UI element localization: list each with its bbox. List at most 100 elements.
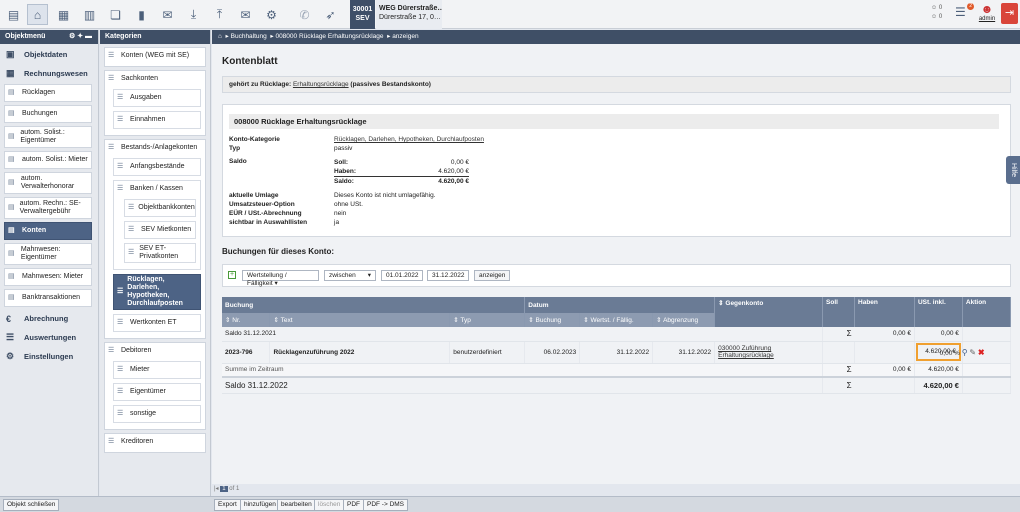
home-icon[interactable]: ⌂ xyxy=(218,33,222,40)
date-type-select[interactable]: Wertstellung / Fälligkeit ▾ xyxy=(242,270,319,287)
col-header-nr[interactable]: ⇕ Nr. xyxy=(222,313,271,327)
col-header-buchungsdatum[interactable]: ⇕ Buchung xyxy=(524,313,581,327)
object-address: Dürerstraße 17, 0… xyxy=(379,14,441,21)
date-to-input[interactable]: 31.12.2022 xyxy=(427,270,469,281)
cat-eigentuemer[interactable]: ☰ Eigentümer xyxy=(113,383,201,401)
menu-item-label: Rücklagen xyxy=(22,89,56,96)
breadcrumb-item[interactable]: Buchhaltung xyxy=(231,33,267,40)
export-button[interactable]: Export xyxy=(214,499,241,511)
menu-item-konten[interactable]: ▤ Konten xyxy=(4,222,92,240)
menu-item-mahnwesen-mieter[interactable]: ▤ Mahnwesen: Mieter xyxy=(4,268,92,286)
cat-einnahmen[interactable]: ☰ Einnahmen xyxy=(113,111,201,129)
menu-item-verwalterhonorar[interactable]: ▤ autom. Verwalterhonorar xyxy=(4,172,92,194)
menu-tools-icons[interactable]: ⚙ ✦ ▬ xyxy=(69,30,92,44)
grid-icon[interactable]: ▥ xyxy=(79,4,100,25)
object-name-box[interactable]: WEG Dürerstraße… Dürerstraße 17, 0… xyxy=(376,0,442,29)
show-button[interactable]: anzeigen xyxy=(474,270,511,281)
upload-icon[interactable]: ⤒ xyxy=(209,4,230,25)
message-icon[interactable]: ✉ xyxy=(235,4,256,25)
delete-button[interactable]: löschen xyxy=(314,499,345,511)
cat-sachkonten[interactable]: ☰ Sachkonten xyxy=(105,71,205,87)
contacts-icon[interactable]: ▤ xyxy=(3,4,24,25)
cat-debitoren[interactable]: ☰ Debitoren xyxy=(105,343,205,359)
user-menu[interactable]: ☻ admin xyxy=(978,3,996,23)
download-icon[interactable]: ⤓ xyxy=(183,4,204,25)
range-type-select[interactable]: zwischen ▾ xyxy=(324,270,376,281)
section-objektdaten[interactable]: ▣ Objektdaten xyxy=(0,46,98,63)
col-header-datum[interactable]: Datum xyxy=(524,297,716,313)
date-from-input[interactable]: 01.01.2022 xyxy=(381,270,423,281)
rocket-icon[interactable]: ➶ xyxy=(320,4,341,25)
mail-icon[interactable]: ✉ xyxy=(157,4,178,25)
col-header-abgrenzung[interactable]: ⇕ Abgrenzung xyxy=(652,313,716,327)
menu-item-solist-eigentuemer[interactable]: ▤ autom. Solist.: Eigentümer xyxy=(4,126,92,148)
add-button[interactable]: hinzufügen xyxy=(240,499,280,511)
delete-icon[interactable]: ✖ xyxy=(978,348,985,357)
notifications-icon[interactable]: ☰ 2 xyxy=(955,3,974,23)
cat-ruecklagen-selected[interactable]: ☰ Rücklagen, Darlehen, Hypotheken, Durchl… xyxy=(113,274,201,310)
cat-anfangsbestaende[interactable]: ☰ Anfangsbestände xyxy=(113,158,201,176)
footer-bar: Objekt schließen Export hinzufügen bearb… xyxy=(0,496,1020,512)
cat-banken[interactable]: ☰ Banken / Kassen xyxy=(114,181,200,197)
breadcrumb-item[interactable]: 008000 Rücklage Erhaltungsrücklage xyxy=(275,33,383,40)
cat-kreditoren[interactable]: ☰ Kreditoren xyxy=(104,433,206,453)
saldo-sub-value: 4.620,00 € xyxy=(438,178,469,185)
documents-icon[interactable]: ❏ xyxy=(105,4,126,25)
menu-item-mahnwesen-eigentuemer[interactable]: ▤ Mahnwesen: Eigentümer xyxy=(4,243,92,265)
section-rechnungswesen[interactable]: ▦ Rechnungswesen xyxy=(0,65,98,82)
cat-konten-weg[interactable]: ☰ Konten (WEG mit SE) xyxy=(104,47,206,67)
list-icon: ☰ xyxy=(117,94,124,101)
cat-sonstige[interactable]: ☰ sonstige xyxy=(113,405,201,423)
object-number-box[interactable]: 30001 SEV xyxy=(350,0,375,29)
menu-item-banktransaktionen[interactable]: ▤ Banktransaktionen xyxy=(4,289,92,307)
calendar-icon[interactable]: ▦ xyxy=(53,4,74,25)
edit-button[interactable]: bearbeiten xyxy=(277,499,316,511)
menu-item-ruecklagen[interactable]: ▤ Rücklagen xyxy=(4,84,92,102)
help-tab[interactable]: Hilfe xyxy=(1006,156,1020,184)
cat-label: Ausgaben xyxy=(130,94,162,101)
logout-icon[interactable]: ⇥ xyxy=(1001,3,1018,24)
belongs-link[interactable]: Erhaltungsrücklage xyxy=(293,81,349,88)
menu-item-solist-mieter[interactable]: ▤ autom. Solist.: Mieter xyxy=(4,151,92,169)
current-page[interactable]: 1 xyxy=(220,486,228,492)
col-header-gegenkonto[interactable]: ⇕ Gegenkonto xyxy=(714,297,824,327)
col-header-ust[interactable]: USt. inkl. xyxy=(914,297,963,327)
col-header-text[interactable]: ⇕ Text xyxy=(269,313,451,327)
table-row[interactable]: 2023-796 Rücklagenzuführung 2022 benutze… xyxy=(222,341,1012,364)
edit-icon[interactable]: ✎ xyxy=(969,348,976,357)
col-header-wertstellung[interactable]: ⇕ Wertst. / Fällig. xyxy=(579,313,654,327)
cat-sev-miet[interactable]: ☰ SEV Mietkonten xyxy=(124,221,196,239)
home-icon[interactable]: ⌂ xyxy=(27,4,48,25)
section-auswertungen[interactable]: ☰ Auswertungen xyxy=(0,329,98,346)
menu-item-buchungen[interactable]: ▤ Buchungen xyxy=(4,105,92,123)
phone-icon[interactable]: ✆ xyxy=(294,4,315,25)
row-gegenkonto-link[interactable]: 030000 Zuführung Erhaltungsrücklage xyxy=(714,341,824,364)
expand-filter-icon[interactable]: + xyxy=(228,271,236,279)
section-abrechnung[interactable]: € Abrechnung xyxy=(0,310,98,327)
gear-icon[interactable]: ⚙ xyxy=(261,4,282,25)
search-icon[interactable]: ⚲ xyxy=(962,348,968,357)
menu-item-se-verwaltergebuehr[interactable]: ▤ autom. Rechn.: SE-Verwaltergebühr xyxy=(4,197,92,219)
cat-bestands[interactable]: ☰ Bestands-/Anlagekonten xyxy=(105,140,205,156)
col-header-buchung[interactable]: Buchung xyxy=(222,297,526,313)
kategorie-link[interactable]: Rücklagen, Darlehen, Hypotheken, Durchla… xyxy=(334,135,484,144)
cat-ausgaben[interactable]: ☰ Ausgaben xyxy=(113,89,201,107)
section-einstellungen[interactable]: ⚙ Einstellungen xyxy=(0,348,98,365)
first-page-icon[interactable]: |◂ xyxy=(214,486,219,492)
row-typ: benutzerdefiniert xyxy=(449,341,526,364)
cat-sev-et[interactable]: ☰ SEV ET-Privatkonten xyxy=(124,243,196,263)
header-label: Buchung xyxy=(535,317,562,324)
chart-icon[interactable]: ▮ xyxy=(131,4,152,25)
sichtbar-value: ja xyxy=(334,219,340,226)
col-header-haben[interactable]: Haben xyxy=(854,297,915,327)
col-header-typ[interactable]: ⇕ Typ xyxy=(449,313,526,327)
pdf-button[interactable]: PDF xyxy=(343,499,364,511)
col-header-soll[interactable]: Soll xyxy=(822,297,856,327)
pdf-dms-button[interactable]: PDF -> DMS xyxy=(363,499,409,511)
cat-mieter[interactable]: ☰ Mieter xyxy=(113,361,201,379)
cat-wertkonten[interactable]: ☰ Wertkonten ET xyxy=(113,314,201,332)
doc-icon: ▤ xyxy=(8,179,15,186)
cat-objektbank[interactable]: ☰ Objektbankkonten xyxy=(124,199,196,217)
saldo-sub-label: Saldo: xyxy=(334,178,354,185)
close-object-button[interactable]: Objekt schließen xyxy=(3,499,60,511)
